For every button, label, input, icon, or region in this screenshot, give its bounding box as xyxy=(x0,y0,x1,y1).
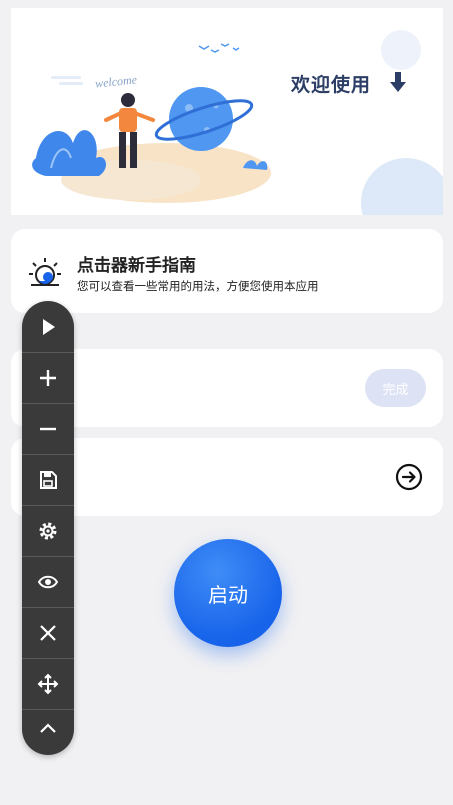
add-button[interactable] xyxy=(22,353,74,403)
welcome-illustration: welcome xyxy=(32,30,443,215)
minus-icon xyxy=(40,427,56,431)
save-button[interactable] xyxy=(22,455,74,505)
lightbulb-icon xyxy=(29,258,61,286)
start-button[interactable]: 启动 xyxy=(174,539,282,647)
arrow-down-icon xyxy=(390,72,406,92)
collapse-button[interactable] xyxy=(22,703,74,753)
chevron-up-icon xyxy=(40,723,56,733)
arrow-right-circle-icon[interactable] xyxy=(395,463,423,491)
svg-text:welcome: welcome xyxy=(94,72,138,90)
task-card: 完成 xyxy=(11,349,443,427)
close-icon xyxy=(40,625,56,641)
move-handle[interactable] xyxy=(22,659,74,709)
plus-icon xyxy=(40,370,56,386)
remove-button[interactable] xyxy=(22,404,74,454)
close-button[interactable] xyxy=(22,608,74,658)
welcome-banner: welcome 欢迎使用 xyxy=(11,8,443,215)
welcome-title: 欢迎使用 xyxy=(291,74,372,96)
visibility-button[interactable] xyxy=(22,557,74,607)
play-button[interactable] xyxy=(22,302,74,352)
move-icon xyxy=(37,673,59,695)
eye-icon xyxy=(37,575,59,589)
guide-title: 点击器新手指南 xyxy=(77,256,196,276)
guide-subtitle: 您可以查看一些常用的用法，方便您使用本应用 xyxy=(77,279,319,293)
floating-toolbar[interactable] xyxy=(22,301,74,755)
play-icon xyxy=(43,319,55,335)
settings-icon xyxy=(39,522,57,540)
done-button[interactable]: 完成 xyxy=(365,369,426,407)
settings-button[interactable] xyxy=(22,506,74,556)
save-icon xyxy=(40,471,57,489)
guide-card[interactable]: 点击器新手指南 您可以查看一些常用的用法，方便您使用本应用 xyxy=(11,229,443,313)
navigate-card[interactable] xyxy=(11,438,443,516)
